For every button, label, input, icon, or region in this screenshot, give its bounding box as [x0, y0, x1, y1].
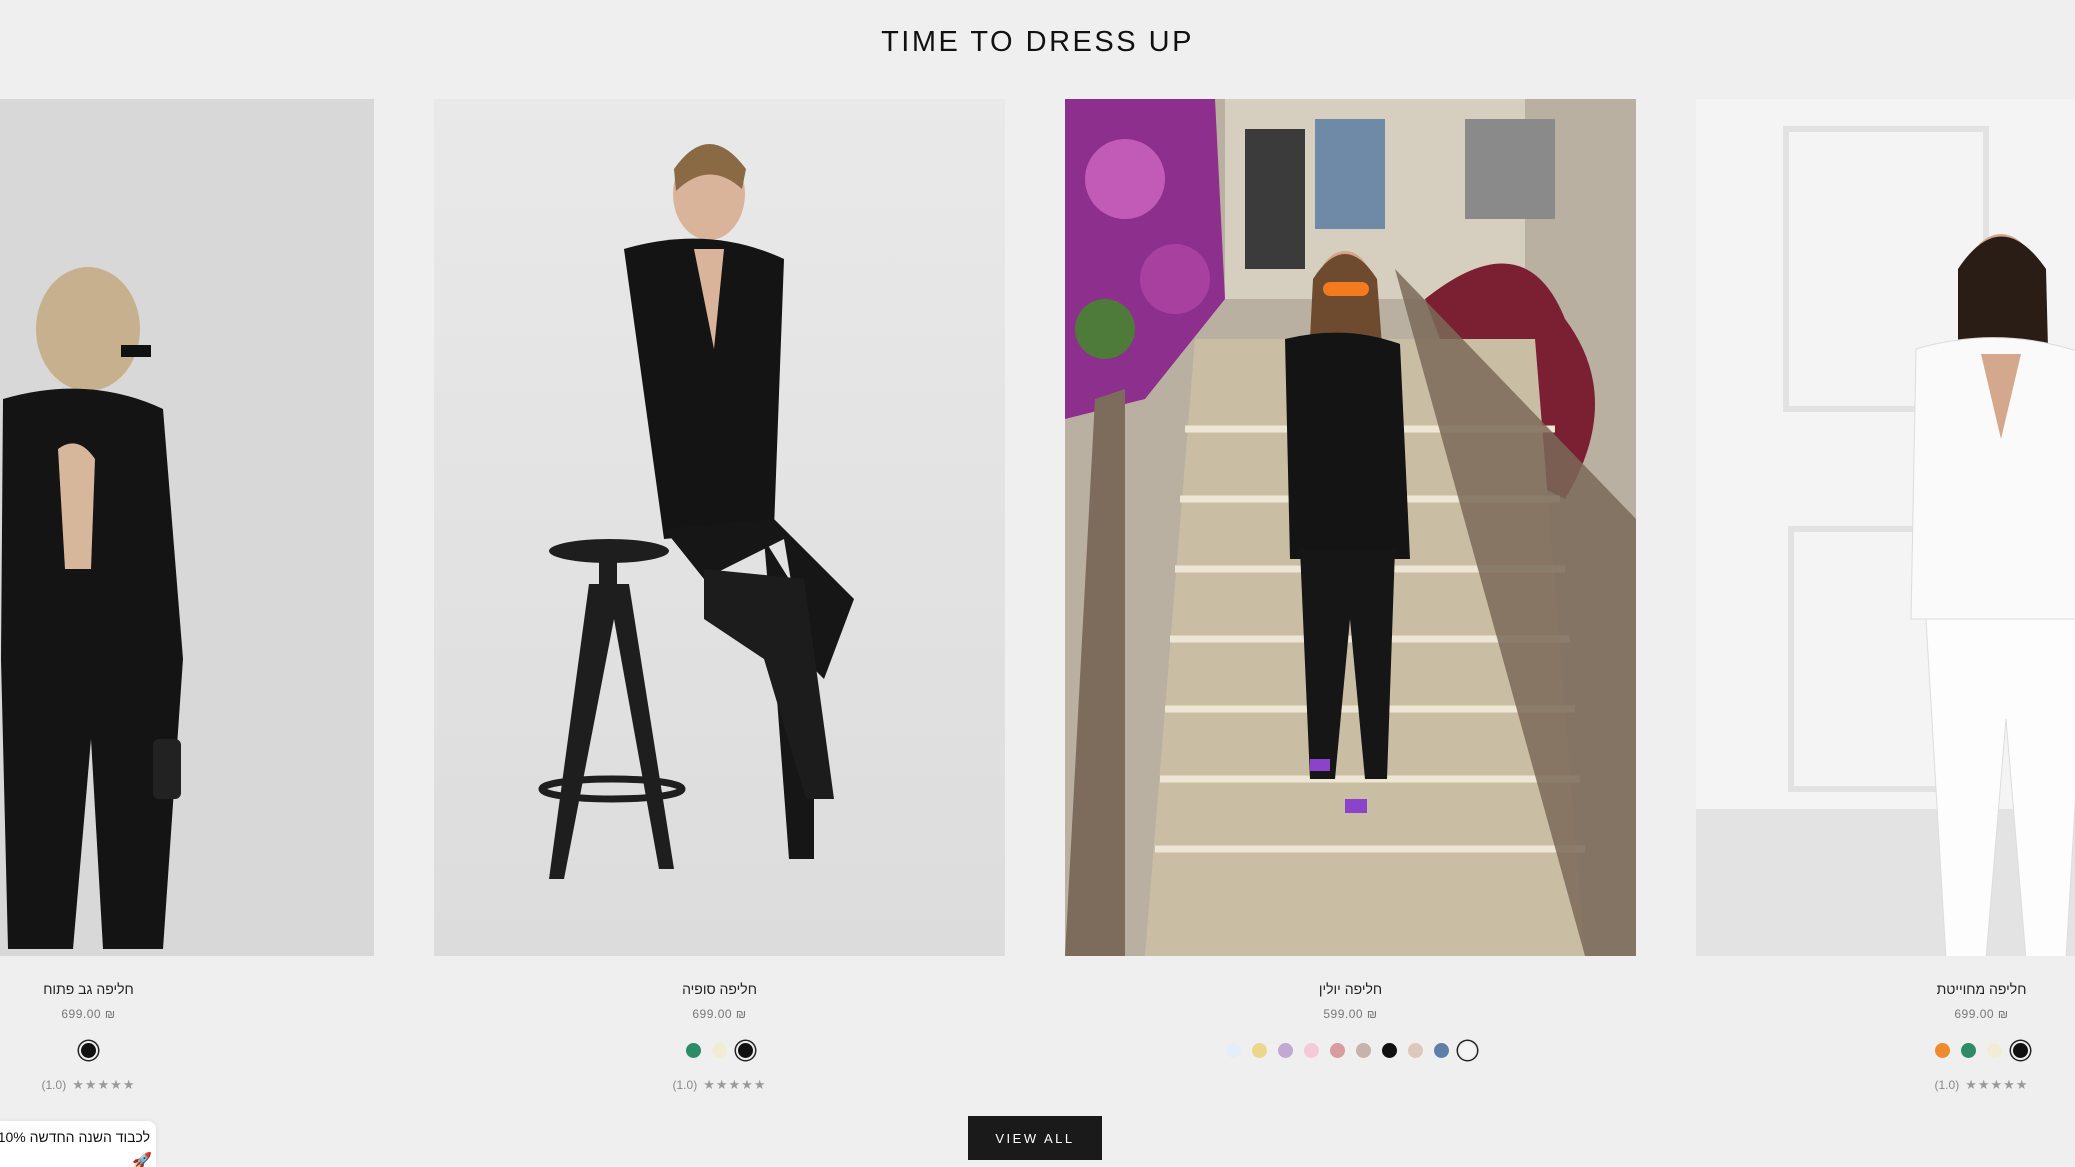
product-price: ₪ 699.00: [1954, 1007, 2009, 1021]
color-swatch[interactable]: [736, 1041, 755, 1060]
product-image[interactable]: [1065, 99, 1636, 956]
product-rating: (1.0) ★★★★★: [434, 1077, 1005, 1093]
rating-value: (1.0): [41, 1078, 67, 1092]
star-icon: ★★★★★: [1965, 1077, 2029, 1092]
product-card[interactable]: חליפה גב פתוח ₪ 699.00 (1.0) ★★★★★: [0, 99, 374, 1093]
star-icon: ★★★★★: [703, 1077, 767, 1092]
color-swatch[interactable]: [79, 1041, 98, 1060]
color-swatch[interactable]: [684, 1041, 703, 1060]
product-image[interactable]: [0, 99, 374, 956]
color-swatch[interactable]: [2011, 1041, 2030, 1060]
color-swatch[interactable]: [1276, 1041, 1295, 1060]
color-swatch[interactable]: [1354, 1041, 1373, 1060]
color-swatch[interactable]: [1432, 1041, 1451, 1060]
product-price: ₪ 699.00: [61, 1007, 116, 1021]
color-swatch[interactable]: [1224, 1041, 1243, 1060]
color-swatch[interactable]: [1406, 1041, 1425, 1060]
color-swatches: [1696, 1041, 2075, 1063]
product-price: ₪ 599.00: [1323, 1007, 1378, 1021]
rating-value: (1.0): [672, 1078, 698, 1092]
product-carousel[interactable]: חליפה גב פתוח ₪ 699.00 (1.0) ★★★★★ חליפה…: [0, 99, 2075, 1099]
product-card[interactable]: חליפה יולין ₪ 599.00: [1065, 99, 1636, 1063]
promo-banner[interactable]: לכבוד השנה החדשה 10% 🚀: [0, 1121, 156, 1167]
color-swatch[interactable]: [1933, 1041, 1952, 1060]
section-title: TIME TO DRESS UP: [881, 26, 1194, 58]
product-name[interactable]: חליפה סופיה: [434, 981, 1005, 997]
product-rating: (1.0) ★★★★★: [0, 1077, 374, 1093]
color-swatch[interactable]: [1302, 1041, 1321, 1060]
view-all-button[interactable]: VIEW ALL: [968, 1116, 1102, 1160]
color-swatch[interactable]: [1959, 1041, 1978, 1060]
product-image[interactable]: [434, 99, 1005, 956]
color-swatches: [1065, 1041, 1636, 1063]
product-name[interactable]: חליפה יולין: [1065, 981, 1636, 997]
color-swatches: [434, 1041, 1005, 1063]
star-icon: ★★★★★: [72, 1077, 136, 1092]
product-price: ₪ 699.00: [692, 1007, 747, 1021]
rocket-icon: 🚀: [132, 1153, 152, 1167]
product-name[interactable]: חליפה גב פתוח: [0, 981, 374, 997]
color-swatch[interactable]: [1328, 1041, 1347, 1060]
color-swatch[interactable]: [1250, 1041, 1269, 1060]
color-swatch[interactable]: [710, 1041, 729, 1060]
color-swatches: [0, 1041, 374, 1063]
product-name[interactable]: חליפה מחוייטת: [1696, 981, 2075, 997]
product-rating: (1.0) ★★★★★: [1696, 1077, 2075, 1093]
rating-value: (1.0): [1934, 1078, 1960, 1092]
product-card[interactable]: חליפה סופיה ₪ 699.00 (1.0) ★★★★★: [434, 99, 1005, 1093]
product-image[interactable]: [1696, 99, 2075, 956]
product-card[interactable]: חליפה מחוייטת ₪ 699.00 (1.0) ★★★★★: [1696, 99, 2075, 1093]
color-swatch[interactable]: [1985, 1041, 2004, 1060]
promo-text: לכבוד השנה החדשה 10%: [0, 1129, 150, 1145]
color-swatch[interactable]: [1458, 1041, 1477, 1060]
color-swatch[interactable]: [1380, 1041, 1399, 1060]
